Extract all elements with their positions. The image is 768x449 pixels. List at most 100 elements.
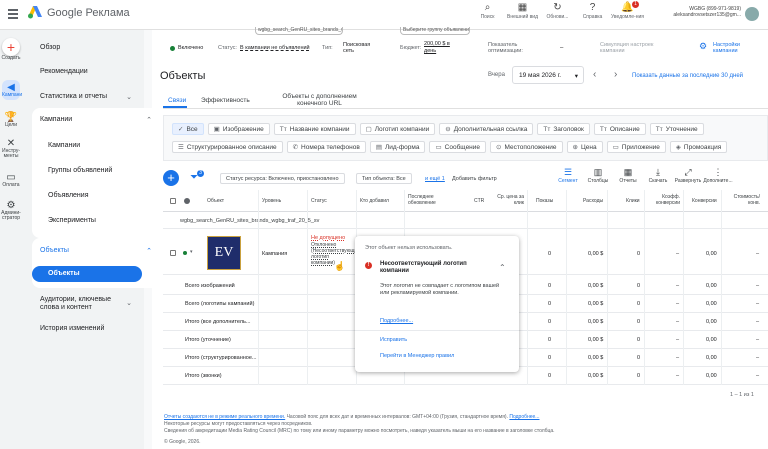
asset-type-chip[interactable]: ✆ Номера телефонов (286, 141, 366, 153)
segment-button[interactable]: ☰ Сегмент (553, 166, 583, 184)
asset-type-chip[interactable]: ✓ Все (172, 123, 204, 135)
chevron-up-icon[interactable]: ⌃ (499, 263, 506, 272)
show-30-days-link[interactable]: Показать данные за последние 30 дней (632, 73, 743, 79)
asset-status-detail[interactable]: Отклонено (Несоответствующий логотип ком… (311, 242, 360, 266)
chevron-down-icon[interactable]: ▾ (190, 249, 193, 255)
avatar[interactable] (745, 7, 759, 21)
gear-icon[interactable]: ⚙ (699, 41, 707, 52)
date-picker[interactable]: 19 мая 2026 г. ▾ (512, 66, 584, 84)
sidebar-item-audiences[interactable]: Аудитории, ключевые слова и контент (40, 296, 120, 312)
columns-button[interactable]: ▥ Столбцы (583, 166, 613, 184)
policy-manager-link[interactable]: Перейти в Менеджер правил (380, 353, 454, 359)
sidebar-item-assets[interactable]: Объекты (40, 247, 69, 254)
tab-performance[interactable]: Эффективность (201, 97, 250, 104)
asset-type-chip[interactable]: ▭ Приложение (606, 141, 666, 153)
col-added-by[interactable]: Кто добавил (360, 198, 389, 204)
chevron-down-icon[interactable]: ⌄ (126, 93, 132, 101)
sidebar-item-history[interactable]: История изменений (40, 325, 104, 332)
topbar-help-button[interactable]: ? Справка (575, 2, 610, 20)
learn-more-link[interactable]: Подробнее... (380, 318, 413, 324)
col-asset[interactable]: Объект (207, 198, 224, 204)
filter-chip-status[interactable]: Статус ресурса: Включено, приостановлено (220, 173, 345, 184)
action-label: Отчеты (619, 178, 637, 184)
asset-type-chip[interactable]: Tт Уточнение (649, 123, 704, 135)
budget-value[interactable]: 200,00 $ в день (424, 41, 454, 55)
col-conv-rate[interactable]: Коэфф. конверсии (648, 194, 680, 206)
sidebar-item-overview[interactable]: Обзор (40, 44, 60, 51)
brand[interactable]: Google Реклама (28, 6, 130, 19)
col-cost[interactable]: Расходы (583, 198, 603, 204)
topbar-bell-button[interactable]: 🔔 Уведомле-ния (610, 2, 645, 20)
download-button[interactable]: ⤓ Скачать (643, 166, 673, 184)
account-info[interactable]: WGBG (899-971-9819) aleksandrovsetszer13… (655, 6, 741, 18)
topbar-chart-button[interactable]: ▦ Внешний вид (505, 2, 540, 20)
add-filter-button[interactable]: Добавить фильтр (452, 176, 497, 182)
sidebar-subitem-ads[interactable]: Объявления (48, 192, 89, 199)
filter-chip-type[interactable]: Тип объекта: Все (356, 173, 412, 184)
asset-type-chip[interactable]: ⊖ Дополнительная ссылка (439, 123, 534, 135)
asset-conversions: 0,00 (706, 251, 717, 257)
col-last-updated[interactable]: Последнее обновление (408, 194, 446, 206)
sidebar-subitem-adgroups[interactable]: Группы объявлений (48, 167, 112, 174)
asset-logo-image[interactable]: EV (207, 236, 241, 270)
col-level[interactable]: Уровень (262, 198, 281, 204)
asset-type-label: Промоакция (683, 143, 722, 151)
rail-billing[interactable]: ▭ Оплата (0, 172, 22, 188)
asset-type-chip[interactable]: Tт Описание (593, 123, 646, 135)
adgroup-selector[interactable]: Выберите группу объявлений (400, 27, 470, 35)
status-value[interactable]: В кампании не объявлений (240, 45, 310, 51)
expand-button[interactable]: ⤢ Развернуть (673, 166, 703, 184)
menu-icon[interactable] (8, 9, 18, 19)
footer-more-link[interactable]: Подробнее... (509, 414, 539, 420)
tab-links[interactable]: Связи (168, 97, 186, 104)
asset-type-chip[interactable]: Tт Название компании (273, 123, 356, 135)
sidebar-item-recommendations[interactable]: Рекомендации (40, 68, 88, 75)
col-cost-per-conv[interactable]: Стоимость/ конв. (728, 194, 760, 206)
rail-tools[interactable]: ✕ Инстру-менты (0, 138, 22, 159)
rail-campaigns[interactable]: ◀ Кампании (2, 80, 25, 100)
asset-type-chip[interactable]: ▣ Изображение (207, 123, 270, 135)
asset-type-chip[interactable]: Tт Заголовок (537, 123, 590, 135)
and-more-link[interactable]: и ещё 1 (425, 176, 445, 182)
asset-type-chip[interactable]: ▤ Лид-форма (369, 141, 426, 153)
select-all-checkbox[interactable] (170, 198, 176, 204)
sidebar-subitem-experiments[interactable]: Эксперименты (48, 217, 96, 224)
row-checkbox[interactable] (170, 250, 176, 256)
col-conversions[interactable]: Конверсии (692, 198, 717, 204)
campaign-selector[interactable]: wgbg_search_GenRU_sites_brands_wgbg_traf… (255, 27, 343, 35)
more-button[interactable]: ⋮ Дополните... (703, 166, 733, 184)
asset-status-disapproved[interactable]: Не допущено (311, 235, 345, 241)
asset-type-chip[interactable]: ▭ Сообщение (429, 141, 487, 153)
asset-type-chip[interactable]: ⊙ Местоположение (490, 141, 563, 153)
prev-period-icon[interactable]: ‹ (593, 69, 596, 80)
sidebar-item-stats[interactable]: Статистика и отчеты (40, 93, 107, 100)
simulate-button[interactable]: Симуляция настроек кампании (600, 42, 660, 54)
col-impressions[interactable]: Показы (536, 198, 553, 204)
create-button[interactable]: + Создать (0, 38, 22, 61)
footer-realtime-link[interactable]: Отчеты создаются не в режиме реального в… (164, 414, 285, 420)
asset-type-chip[interactable]: ▢ Логотип компании (359, 123, 436, 135)
col-clicks[interactable]: Клики (626, 198, 640, 204)
asset-type-chip[interactable]: ☰ Структурированное описание (172, 141, 283, 153)
action-label: Скачать (648, 178, 668, 184)
tab-final-url-assets[interactable]: Объекты с дополнением конечного URL (277, 93, 362, 107)
next-period-icon[interactable]: › (614, 69, 617, 80)
chevron-down-icon[interactable]: ⌄ (126, 299, 132, 307)
col-ctr[interactable]: CTR (474, 198, 484, 204)
col-avg-cpc[interactable]: Ср. цена за клик (494, 194, 524, 206)
sidebar-item-campaigns[interactable]: Кампании (40, 116, 72, 123)
reports-button[interactable]: ▦ Отчеты (613, 166, 643, 184)
fix-button[interactable]: Исправить (380, 337, 407, 343)
asset-type-chip[interactable]: ◈ Промоакция (669, 141, 728, 153)
sidebar-subitem-campaigns[interactable]: Кампании (48, 142, 80, 149)
rail-admin[interactable]: ⚙ Админи-стратор (0, 200, 22, 221)
rail-goals[interactable]: 🏆 Цели (0, 112, 22, 128)
topbar-search-button[interactable]: ⌕ Поиск (470, 2, 505, 20)
col-status[interactable]: Статус (311, 198, 327, 204)
asset-type-label: Дополнительная ссылка (453, 125, 528, 133)
sidebar-subitem-assets-active[interactable]: Объекты (32, 266, 142, 282)
asset-type-chip[interactable]: ⊕ Цена (566, 141, 603, 153)
campaign-settings-button[interactable]: Настройки кампании (713, 42, 763, 54)
topbar-refresh-button[interactable]: ↻ Обнови... (540, 2, 575, 20)
add-button[interactable]: + (163, 170, 179, 186)
